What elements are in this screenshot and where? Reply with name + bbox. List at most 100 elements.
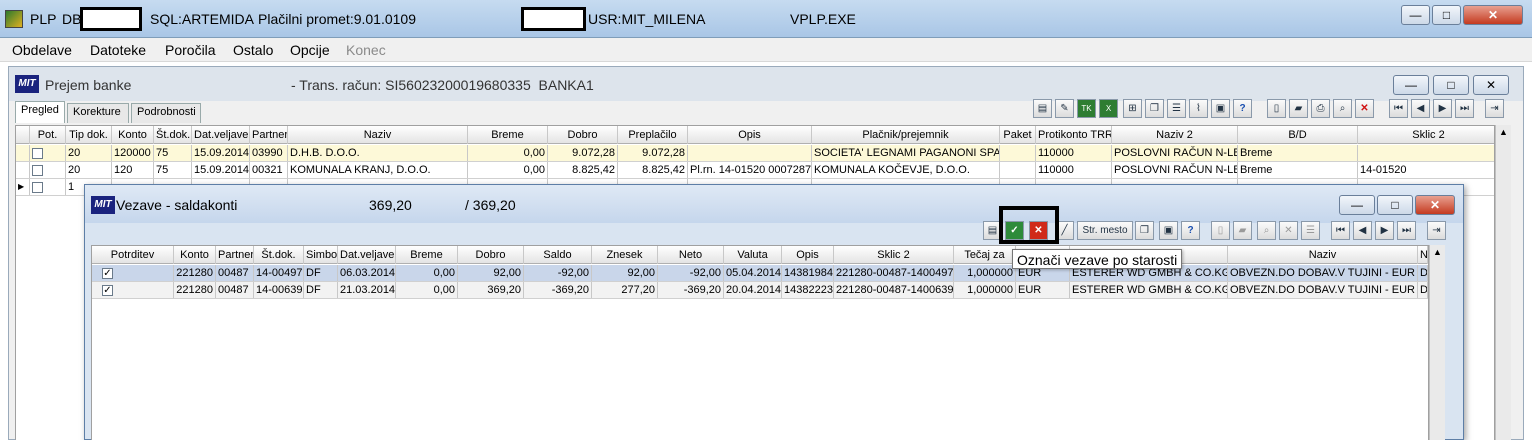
main-col-header[interactable]: Sklic 2 (1358, 126, 1494, 144)
vezave-col-header[interactable]: Sklic 2 (834, 246, 954, 264)
main-col-header[interactable]: Pot. (30, 126, 66, 144)
tab-korekture[interactable]: Korekture (67, 103, 129, 123)
next-icon[interactable]: ▶ (1433, 99, 1452, 118)
dialog-restore-button[interactable]: □ (1377, 195, 1413, 215)
cell-pot[interactable] (30, 179, 66, 195)
child-restore-button[interactable]: □ (1433, 75, 1469, 95)
vezave-col-header[interactable]: Partner (216, 246, 254, 264)
screen-icon[interactable]: ▣ (1159, 221, 1178, 240)
main-col-header[interactable]: Opis (688, 126, 812, 144)
potrditev-checkbox[interactable]: ✓ (102, 284, 113, 296)
scroll-up-icon[interactable]: ▲ (1433, 247, 1442, 257)
print-icon[interactable]: ▤ (1033, 99, 1052, 118)
vezave-col-header[interactable]: Potrditev (92, 246, 174, 264)
copy-icon[interactable]: ❐ (1145, 99, 1164, 118)
main-col-header[interactable]: Plačnik/prejemnik (812, 126, 1000, 144)
main-col-header[interactable]: Konto (112, 126, 154, 144)
app-maximize-button[interactable]: □ (1432, 5, 1461, 25)
menu-ostalo[interactable]: Ostalo (233, 42, 273, 58)
prev-icon[interactable]: ◀ (1353, 221, 1372, 240)
row-checkbox[interactable] (32, 147, 43, 159)
main-col-header[interactable]: Št.dok. (154, 126, 192, 144)
menu-datoteke[interactable]: Datoteke (90, 42, 146, 58)
row-checkbox[interactable] (32, 164, 43, 176)
menu-porocila[interactable]: Poročila (165, 42, 216, 58)
main-col-header[interactable]: Naziv 2 (1112, 126, 1238, 144)
stack-icon[interactable]: ☰ (1167, 99, 1186, 118)
vezave-col-header[interactable]: Naziv (1228, 246, 1418, 264)
dialog-close-button[interactable]: ✕ (1415, 195, 1455, 215)
printer-icon[interactable]: ⎙ (1311, 99, 1330, 118)
vezave-col-header[interactable]: Dobro (458, 246, 524, 264)
cell-pot[interactable] (30, 162, 66, 178)
main-col-header[interactable]: Paket (1000, 126, 1036, 144)
tab-podrobnosti[interactable]: Podrobnosti (131, 103, 201, 123)
main-grid-scrollbar[interactable]: ▲ (1495, 125, 1511, 440)
tree-icon[interactable]: ⊞ (1123, 99, 1142, 118)
child-minimize-button[interactable]: — (1393, 75, 1429, 95)
main-col-header[interactable]: Partner (250, 126, 288, 144)
cell-pot[interactable] (30, 145, 66, 161)
copy-icon[interactable]: ❐ (1135, 221, 1154, 240)
search-icon[interactable]: ⌕ (1333, 99, 1352, 118)
main-col-header[interactable]: Preplačilo (618, 126, 688, 144)
help-icon[interactable]: ? (1233, 99, 1252, 118)
table-row[interactable]: 20 120 75 15.09.2014 00321 KOMUNALA KRANJ, D.… (16, 162, 1494, 179)
str-mesto-button[interactable]: Str. mesto (1077, 221, 1133, 240)
child-close-button[interactable]: ✕ (1473, 75, 1509, 95)
open-icon[interactable]: ▰ (1289, 99, 1308, 118)
exit-icon[interactable]: ⇥ (1427, 221, 1446, 240)
vezave-col-header[interactable]: Znesek (592, 246, 658, 264)
vezave-col-header[interactable]: N (1418, 246, 1428, 264)
attach-icon[interactable]: ⌇ (1189, 99, 1208, 118)
main-col-header[interactable]: Dobro (548, 126, 618, 144)
vezave-col-header[interactable]: Dat.veljave (338, 246, 396, 264)
prev-icon[interactable]: ◀ (1411, 99, 1430, 118)
edit-icon[interactable]: ✎ (1055, 99, 1074, 118)
first-icon[interactable]: ⏮ (1389, 99, 1408, 118)
dialog-minimize-button[interactable]: — (1339, 195, 1375, 215)
vezave-row[interactable]: ✓ 221280 00487 14-00497 DF 06.03.2014 0,00 92,0… (92, 265, 1428, 282)
main-col-header[interactable]: Naziv (288, 126, 468, 144)
vezave-col-header[interactable]: Opis (782, 246, 834, 264)
main-col-header[interactable]: Breme (468, 126, 548, 144)
main-col-header[interactable]: Tip dok. (66, 126, 112, 144)
row-checkbox[interactable] (32, 181, 43, 193)
screen-icon[interactable]: ▣ (1211, 99, 1230, 118)
menu-opcije[interactable]: Opcije (290, 42, 330, 58)
help-icon[interactable]: ? (1181, 221, 1200, 240)
new-icon[interactable]: ▯ (1267, 99, 1286, 118)
open-icon[interactable]: ▰ (1233, 221, 1252, 240)
vezave-col-header[interactable]: Simbol (304, 246, 338, 264)
app-close-button[interactable]: ✕ (1463, 5, 1523, 25)
vezave-col-header[interactable]: Tečaj za (954, 246, 1016, 264)
table-row[interactable]: 20 120000 75 15.09.2014 03990 D.H.B. D.O.O. 0,… (16, 145, 1494, 162)
cell-check[interactable]: ✓ (92, 282, 174, 298)
next-icon[interactable]: ▶ (1375, 221, 1394, 240)
first-icon[interactable]: ⏮ (1331, 221, 1350, 240)
vezave-col-header[interactable]: Št.dok. (254, 246, 304, 264)
vezave-col-header[interactable]: Neto (658, 246, 724, 264)
last-icon[interactable]: ⏭ (1397, 221, 1416, 240)
stack-icon[interactable]: ☰ (1301, 221, 1320, 240)
vezave-col-header[interactable]: Saldo (524, 246, 592, 264)
vezave-grid-scrollbar[interactable]: ▲ (1429, 245, 1445, 440)
potrditev-checkbox[interactable]: ✓ (102, 267, 113, 279)
tab-pregled[interactable]: Pregled (15, 101, 65, 123)
vezave-row[interactable]: ✓ 221280 00487 14-00639 DF 21.03.2014 0,00 369,… (92, 282, 1428, 299)
main-col-header[interactable]: Dat.veljave (192, 126, 250, 144)
menu-obdelave[interactable]: Obdelave (12, 42, 72, 58)
tk-icon[interactable]: TK (1077, 99, 1096, 118)
delete-icon[interactable]: ✕ (1355, 99, 1374, 118)
main-col-header[interactable]: B/D (1238, 126, 1358, 144)
vezave-col-header[interactable]: Konto (174, 246, 216, 264)
last-icon[interactable]: ⏭ (1455, 99, 1474, 118)
exit-icon[interactable]: ⇥ (1485, 99, 1504, 118)
vezave-col-header[interactable]: Breme (396, 246, 458, 264)
vezave-col-header[interactable]: Valuta (724, 246, 782, 264)
new-icon[interactable]: ▯ (1211, 221, 1230, 240)
cell-check[interactable]: ✓ (92, 265, 174, 281)
scroll-up-icon[interactable]: ▲ (1499, 127, 1508, 137)
delete-icon[interactable]: ✕ (1279, 221, 1298, 240)
menu-konec[interactable]: Konec (346, 42, 386, 58)
